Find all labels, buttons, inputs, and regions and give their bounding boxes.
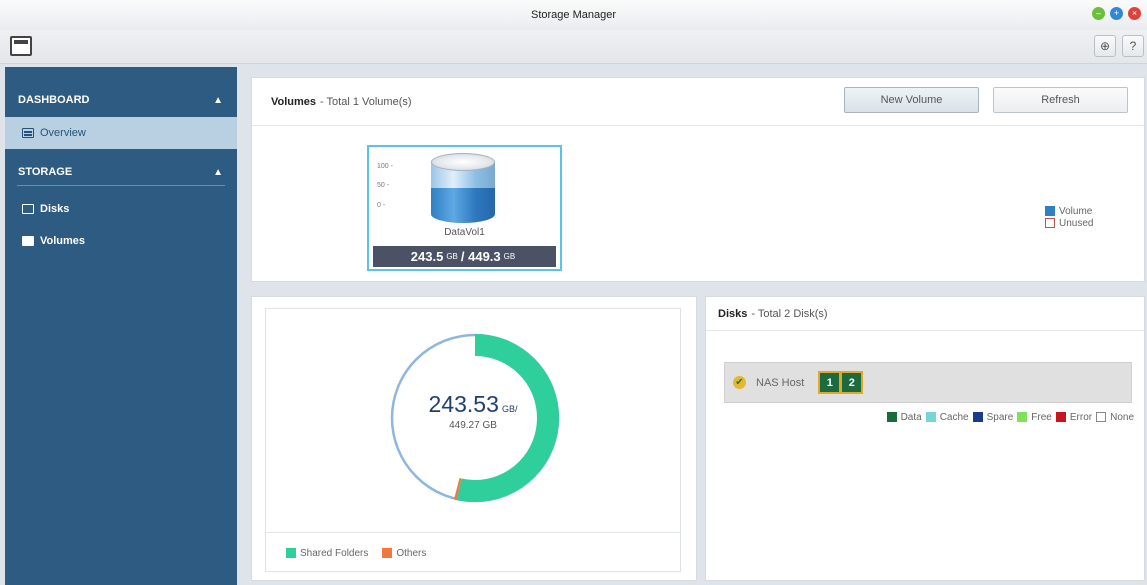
legend-item: Error — [1055, 411, 1093, 423]
sidebar-toggle-icon[interactable] — [10, 36, 32, 56]
disks-panel-header: Disks - Total 2 Disk(s) — [706, 297, 1144, 331]
toolbar: ⊕ ? — [0, 30, 1147, 64]
sidebar-divider — [17, 185, 225, 186]
volumes-panel: Volumes - Total 1 Volume(s) New Volume R… — [251, 77, 1145, 282]
panel-title: Volumes — [271, 95, 317, 108]
donut-segment-shared-folders[interactable] — [391, 334, 559, 502]
sidebar-item-disks[interactable]: Disks — [5, 193, 237, 225]
settings-button[interactable]: ⊕ — [1094, 35, 1116, 57]
sidebar-item-label: Disks — [40, 203, 70, 215]
legend-item: None — [1096, 411, 1134, 423]
disks-panel: Disks - Total 2 Disk(s) ✔ NAS Host 1 2 D… — [705, 296, 1145, 581]
legend-swatch — [1096, 412, 1107, 422]
chevron-up-icon[interactable]: ▲ — [213, 167, 223, 178]
volume-name: DataVol1 — [444, 227, 485, 238]
usage-total-value: 449.27 GB — [449, 420, 497, 431]
panel-subtitle: - Total 1 Volume(s) — [320, 95, 412, 108]
legend-swatch — [886, 412, 897, 422]
new-volume-button[interactable]: New Volume — [844, 87, 979, 113]
usage-legend: Shared Folders Others — [286, 547, 426, 559]
disk-legend: Data Cache Spare Free Error None — [886, 411, 1134, 423]
scale-label: 50 - — [377, 182, 390, 189]
window-title: Storage Manager — [531, 9, 616, 21]
legend-label: Error — [1069, 411, 1093, 423]
legend-swatch — [1045, 206, 1055, 216]
nas-host-row[interactable]: ✔ NAS Host 1 2 — [724, 362, 1132, 403]
volume-total-unit: GB — [503, 252, 516, 261]
chevron-up-icon[interactable]: ▲ — [213, 95, 223, 106]
disk-slot-1[interactable]: 1 — [818, 371, 842, 394]
legend-item: Cache — [925, 411, 969, 423]
status-ok-icon: ✔ — [733, 376, 746, 389]
usage-used-value: 243.53 — [428, 391, 499, 417]
legend-label: Shared Folders — [300, 547, 369, 559]
legend-label: Unused — [1059, 217, 1094, 229]
volume-total: 449.3 — [468, 249, 501, 264]
volume-icon — [22, 236, 34, 246]
legend-swatch — [1055, 412, 1066, 422]
legend-label: Volume — [1059, 205, 1093, 217]
overview-icon — [22, 128, 34, 138]
volume-capacity-badge: 243.5 GB / 449.3 GB — [373, 246, 556, 267]
volume-used-unit: GB — [446, 252, 458, 261]
legend-label: Cache — [939, 411, 969, 423]
legend-label: Free — [1031, 411, 1052, 423]
legend-item: Spare — [972, 411, 1014, 423]
help-button[interactable]: ? — [1122, 35, 1144, 57]
legend-swatch — [1045, 218, 1055, 228]
sidebar-item-overview[interactable]: Overview — [5, 117, 237, 149]
help-icon: ? — [1129, 39, 1137, 53]
disk-slot-2[interactable]: 2 — [840, 371, 864, 394]
legend-swatch — [972, 412, 983, 422]
legend-label: Spare — [986, 411, 1014, 423]
usage-card: 243.53 GB/ 449.27 GB Shared Folders Othe… — [265, 308, 681, 572]
legend-label: Others — [396, 547, 427, 559]
divider — [266, 532, 680, 533]
sidebar-section-storage[interactable]: STORAGE ▲ — [5, 159, 237, 185]
usage-used-line: 243.53 GB/ — [266, 391, 680, 418]
usage-used-unit: GB/ — [501, 404, 518, 414]
volume-legend: Volume Unused — [1045, 205, 1093, 229]
sidebar-item-label: Volumes — [40, 235, 86, 247]
legend-label: Data — [900, 411, 922, 423]
window-controls: – + × — [1092, 7, 1141, 20]
sidebar-item-label: Overview — [40, 127, 86, 139]
close-icon[interactable]: × — [1128, 7, 1141, 20]
legend-item: Free — [1017, 411, 1052, 423]
sidebar-section-dashboard[interactable]: DASHBOARD ▲ — [5, 83, 237, 117]
legend-item: Volume — [1045, 205, 1093, 217]
legend-label: None — [1110, 411, 1134, 423]
minimize-icon[interactable]: – — [1092, 7, 1105, 20]
settings-icon: ⊕ — [1099, 39, 1111, 53]
legend-swatch — [1017, 412, 1028, 422]
legend-item: Unused — [1045, 217, 1093, 229]
scale-label: 0 - — [377, 202, 386, 209]
maximize-icon[interactable]: + — [1110, 7, 1123, 20]
legend-item: Data — [886, 411, 922, 423]
sidebar-item-volumes[interactable]: Volumes — [5, 225, 237, 257]
volume-cylinder-icon — [431, 153, 495, 223]
legend-swatch — [382, 548, 393, 558]
title-bar: Storage Manager – + × — [0, 0, 1147, 30]
panel-subtitle: - Total 2 Disk(s) — [751, 307, 828, 320]
disk-icon — [22, 204, 34, 214]
volume-used: 243.5 — [410, 249, 444, 264]
panel-title: Disks — [718, 307, 748, 320]
sidebar-section-label: STORAGE — [18, 166, 73, 178]
sidebar-section-label: DASHBOARD — [18, 94, 90, 106]
legend-swatch — [925, 412, 936, 422]
scale-label: 100 - — [377, 163, 393, 170]
legend-swatch — [286, 548, 296, 558]
nas-host-label: NAS Host — [756, 376, 805, 389]
refresh-button[interactable]: Refresh — [993, 87, 1128, 113]
volume-card[interactable]: 100 - 50 - 0 - DataVol1 243.5 GB / 449.3… — [367, 145, 562, 271]
usage-panel: 243.53 GB/ 449.27 GB Shared Folders Othe… — [251, 296, 697, 581]
legend-item: Others — [382, 547, 426, 559]
volume-used-fill — [431, 188, 495, 223]
legend-item: Shared Folders — [286, 547, 368, 559]
sidebar: DASHBOARD ▲ Overview STORAGE ▲ Disks Vol… — [5, 67, 237, 585]
